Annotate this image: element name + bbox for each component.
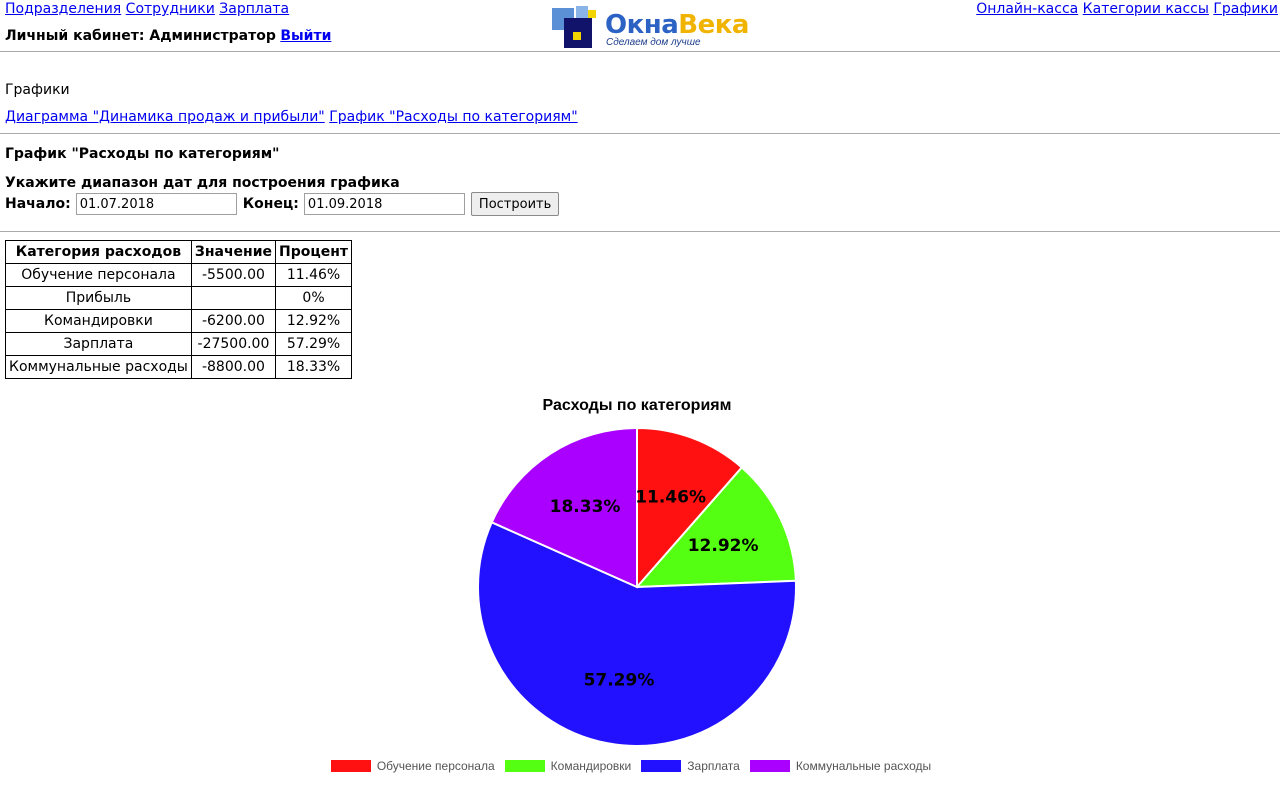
chart-links: Диаграмма "Динамика продаж и прибыли" Гр… [5,109,578,125]
logo-wordmark: ОкнаВека [605,10,749,40]
section-title: Графики [5,82,70,98]
legend-swatch [749,760,790,772]
end-date-label: Конец: [242,196,299,212]
logout-link[interactable]: Выйти [280,28,331,44]
column-header-category: Категория расходов [5,240,192,264]
column-header-value: Значение [190,240,277,264]
form-divider [0,231,1280,232]
chart-legend: Обучение персонала Командировки Зарплата… [0,759,1262,773]
legend-swatch [641,760,682,772]
table-row: Зарплата -27500.00 57.29% [5,332,353,356]
sales-profit-chart-link[interactable]: Диаграмма "Динамика продаж и прибыли" [5,109,325,125]
legend-swatch [330,760,371,772]
start-date-input[interactable] [75,193,237,215]
cell-category: Зарплата [5,332,192,356]
cell-value: -5500.00 [190,263,277,287]
legend-item: Обучение персонала [330,759,495,773]
nav-salary-link[interactable]: Зарплата [219,1,289,17]
cell-value: -6200.00 [190,309,277,333]
cabinet-line: Личный кабинет: Администратор Выйти [5,27,331,45]
cell-category: Прибыль [5,286,192,310]
cabinet-label: Личный кабинет: Администратор [5,28,276,44]
table-row: Коммунальные расходы -8800.00 18.33% [5,355,353,379]
logo-word-part2: Века [678,10,749,40]
nav-charts-link[interactable]: Графики [1213,1,1278,17]
start-date-label: Начало: [5,196,71,212]
header-divider [0,51,1280,52]
pie-slice-label: 11.46% [635,488,706,508]
table-header-row: Категория расходов Значение Процент [5,240,353,264]
cell-percent: 57.29% [275,332,353,356]
legend-label: Командировки [550,759,632,773]
cell-percent: 18.33% [275,355,353,379]
pie-slice-label: 12.92% [688,536,759,556]
build-chart-button[interactable]: Построить [470,192,560,216]
nav-departments-link[interactable]: Подразделения [5,1,121,17]
report-title: График "Расходы по категориям" [5,146,280,162]
cell-category: Коммунальные расходы [5,355,192,379]
cell-category: Обучение персонала [5,263,192,287]
legend-label: Обучение персонала [376,759,495,773]
cell-percent: 12.92% [275,309,353,333]
column-header-percent: Процент [275,240,353,264]
nav-online-cash-link[interactable]: Онлайн-касса [976,1,1078,17]
logo-word-part1: Окна [605,10,679,40]
pie-slice-label: 18.33% [550,497,621,517]
table-row: Прибыль 0% [5,286,353,310]
logo-mark-icon [552,6,596,48]
cell-percent: 0% [275,286,353,310]
cell-value: -8800.00 [190,355,277,379]
legend-swatch [504,760,545,772]
date-range-form: Начало: Конец: Построить [5,192,560,216]
header-left: Подразделения Сотрудники Зарплата Личный… [5,0,331,45]
expenses-table: Категория расходов Значение Процент Обуч… [5,240,353,379]
table-row: Командировки -6200.00 12.92% [5,309,353,333]
main-nav: Подразделения Сотрудники Зарплата [5,0,331,18]
company-logo: ОкнаВека Сделаем дом лучше [549,4,749,52]
legend-label: Коммунальные расходы [795,759,932,773]
legend-item: Зарплата [641,759,740,773]
nav-cash-categories-link[interactable]: Категории кассы [1083,1,1209,17]
cell-percent: 11.46% [275,263,353,287]
legend-item: Коммунальные расходы [749,759,932,773]
secondary-nav: Онлайн-касса Категории кассы Графики [976,1,1278,17]
logo-tagline: Сделаем дом лучше [606,37,701,48]
cell-value: -27500.00 [190,332,277,356]
cell-value [190,286,277,310]
expenses-chart-link[interactable]: График "Расходы по категориям" [329,109,577,125]
nav-employees-link[interactable]: Сотрудники [126,1,215,17]
chart-title: Расходы по категориям [542,397,732,414]
legend-label: Зарплата [687,759,740,773]
cell-category: Командировки [5,309,192,333]
end-date-input[interactable] [303,193,465,215]
pie-slice-label: 57.29% [584,671,655,691]
pie-chart: 11.46% 12.92% 57.29% 18.33% [477,426,797,747]
date-range-prompt: Укажите диапазон дат для построения граф… [5,175,400,191]
section-divider [0,133,1280,134]
legend-item: Командировки [504,759,632,773]
table-row: Обучение персонала -5500.00 11.46% [5,263,353,287]
